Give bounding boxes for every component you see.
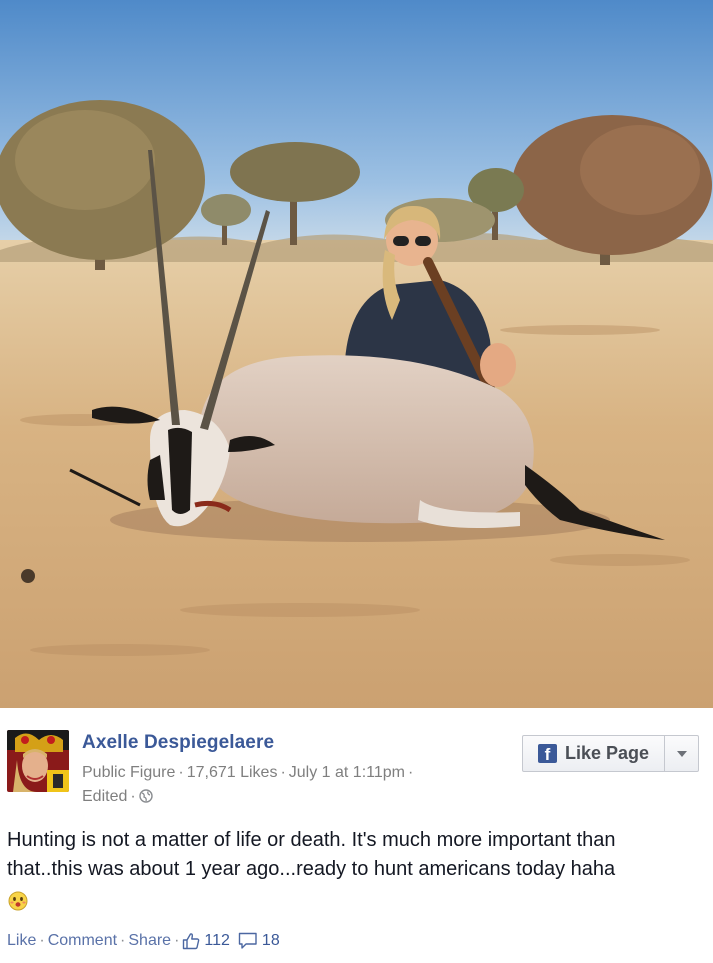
embarrassed-emoji-icon: [8, 891, 28, 916]
author-name-link[interactable]: Axelle Despiegelaere: [82, 732, 274, 754]
hunting-photo: [0, 0, 713, 708]
author-category: Public Figure: [82, 764, 176, 781]
post-text-line: Hunting is not a matter of life or death…: [7, 829, 616, 851]
like-page-main[interactable]: f Like Page: [523, 736, 665, 771]
page-likes-count[interactable]: 17,671 Likes: [187, 764, 278, 781]
share-link[interactable]: Share: [128, 932, 171, 950]
like-count[interactable]: 112: [204, 932, 230, 950]
chevron-down-icon[interactable]: [665, 736, 698, 771]
profile-picture: [7, 730, 69, 792]
post-text: Hunting is not a matter of life or death…: [7, 826, 707, 884]
thumbs-up-icon[interactable]: [182, 932, 200, 950]
post-photo[interactable]: [0, 0, 713, 708]
comment-link[interactable]: Comment: [48, 932, 117, 950]
like-link[interactable]: Like: [7, 932, 36, 950]
post-meta: Public Figure · 17,671 Likes · July 1 at 1:1…: [82, 761, 502, 811]
post-timestamp[interactable]: July 1 at 1:11pm: [289, 764, 405, 781]
comment-bubble-icon[interactable]: [238, 932, 258, 950]
post-text-line: that..this was about 1 year ago...ready …: [7, 858, 616, 880]
edited-label[interactable]: Edited: [82, 788, 127, 805]
comment-count[interactable]: 18: [262, 932, 280, 950]
post-card: Axelle Despiegelaere Public Figure · 17,67…: [0, 708, 713, 963]
avatar[interactable]: [7, 730, 69, 792]
post-actions: Like · Comment · Share · 112 18: [7, 932, 280, 950]
like-page-label: Like Page: [565, 743, 650, 763]
like-page-button[interactable]: f Like Page: [522, 735, 699, 772]
globe-icon[interactable]: [139, 787, 153, 811]
facebook-f-icon: f: [538, 744, 557, 763]
